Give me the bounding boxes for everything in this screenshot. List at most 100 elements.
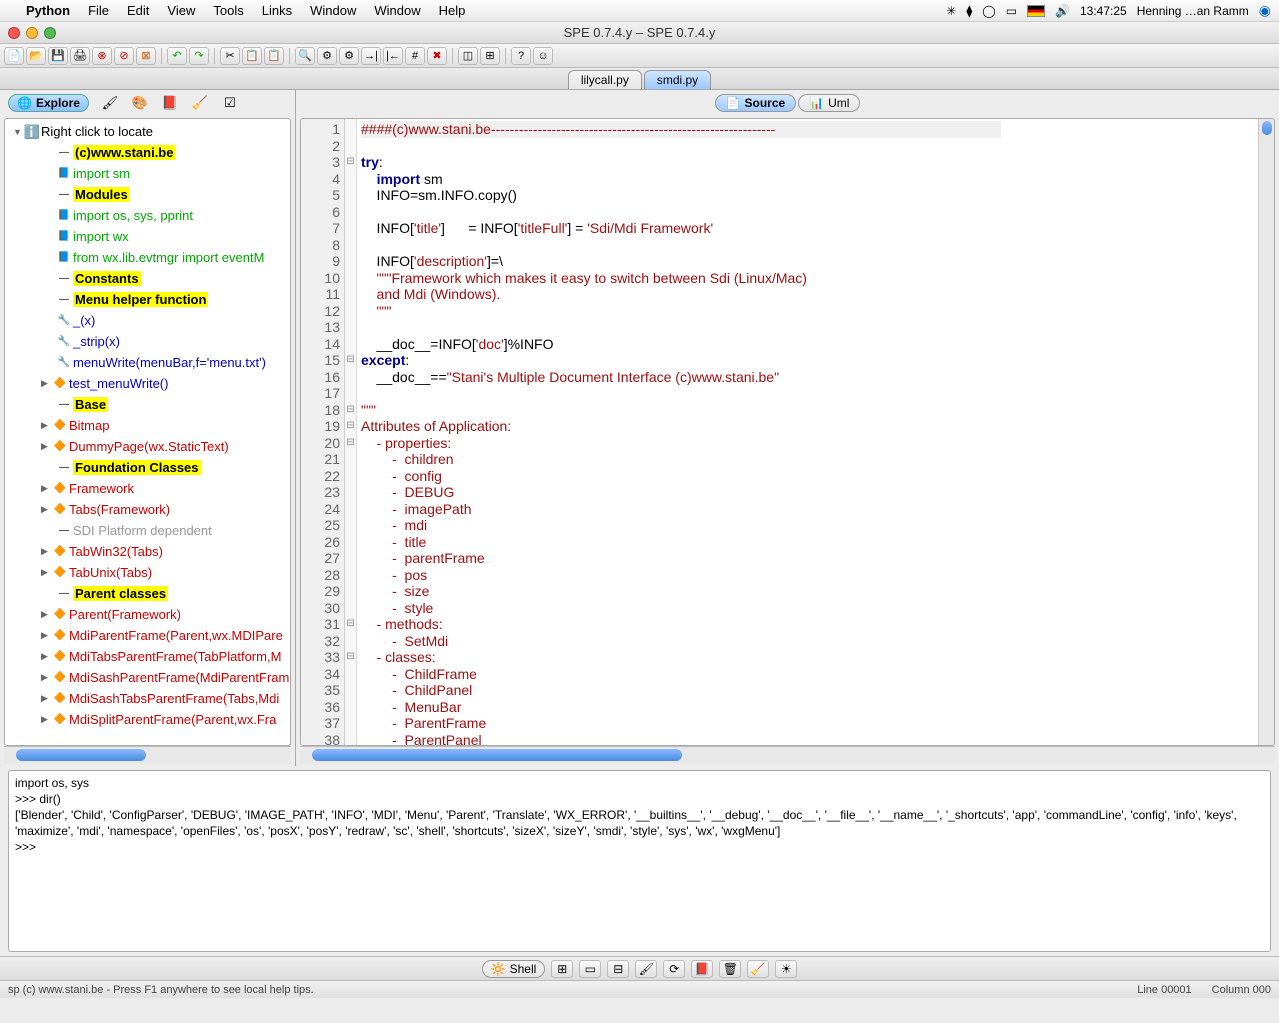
shell-tab[interactable]: 🔆 Shell	[482, 960, 546, 978]
tree-expand-icon[interactable]: ▶	[41, 567, 51, 578]
tree-item[interactable]: ▶🔶MdiSashTabsParentFrame(Tabs,Mdi	[5, 688, 290, 709]
tree-item[interactable]: —Constants	[5, 268, 290, 289]
debug-button[interactable]: ⚙	[339, 47, 359, 65]
smiley-button[interactable]: ☺	[533, 47, 553, 65]
tree-item[interactable]: ▶🔶MdiSashParentFrame(MdiParentFram	[5, 667, 290, 688]
redo-button[interactable]: ↷	[189, 47, 209, 65]
editor-vscroll[interactable]	[1258, 119, 1274, 745]
check-icon[interactable]: ☑	[221, 96, 239, 110]
tree-item[interactable]: —Modules	[5, 184, 290, 205]
menu-window[interactable]: Window	[310, 3, 356, 18]
flag-de-icon[interactable]	[1027, 5, 1045, 17]
shell-console[interactable]: import os, sys>>> dir()['Blender', 'Chil…	[8, 770, 1271, 952]
menu-file[interactable]: File	[88, 3, 109, 18]
volume-icon[interactable]: 🔊	[1055, 4, 1070, 18]
tool9-button[interactable]: ☀	[775, 960, 797, 978]
print-button[interactable]: 🖨	[70, 47, 90, 65]
tree-item[interactable]: ▶🔶TabWin32(Tabs)	[5, 541, 290, 562]
tree-collapse-icon[interactable]: ▼	[13, 127, 23, 137]
close-file-button[interactable]: ⊗	[92, 47, 112, 65]
tree-expand-icon[interactable]: ▶	[41, 714, 51, 725]
explore-tab[interactable]: 🌐 Explore	[8, 94, 89, 112]
menu-app[interactable]: Python	[26, 3, 70, 18]
bluetooth-icon[interactable]: ⧫	[966, 4, 972, 18]
tree-item[interactable]: ▶🔶DummyPage(wx.StaticText)	[5, 436, 290, 457]
layout2-button[interactable]: ⊞	[480, 47, 500, 65]
tree-item[interactable]: ▶🔶Tabs(Framework)	[5, 499, 290, 520]
run-button[interactable]: ⚙	[317, 47, 337, 65]
menu-edit[interactable]: Edit	[127, 3, 149, 18]
file-tab-smdi-py[interactable]: smdi.py	[644, 70, 711, 89]
tree-item[interactable]: —(c)www.stani.be	[5, 142, 290, 163]
tree-item[interactable]: ▶🔶TabUnix(Tabs)	[5, 562, 290, 583]
editor-hscroll-thumb[interactable]	[312, 749, 682, 761]
find-button[interactable]: 🔍	[295, 47, 315, 65]
tree-expand-icon[interactable]: ▶	[41, 651, 51, 662]
tree-hscroll-thumb[interactable]	[16, 749, 146, 761]
dedent-button[interactable]: |←	[383, 47, 403, 65]
tool2-button[interactable]: ▭	[579, 960, 601, 978]
tool3-button[interactable]: ⊟	[607, 960, 629, 978]
menuextra-icon[interactable]: ✳	[946, 4, 956, 18]
eraser-icon[interactable]: 🧹	[191, 96, 209, 110]
tree-item[interactable]: —Base	[5, 394, 290, 415]
exit-button[interactable]: ⊠	[136, 47, 156, 65]
tree-item[interactable]: ▶🔶test_menuWrite()	[5, 373, 290, 394]
menu-window[interactable]: Window	[374, 3, 420, 18]
copy-button[interactable]: 📋	[242, 47, 262, 65]
view-tab-uml[interactable]: 📊Uml	[798, 94, 860, 112]
menu-tools[interactable]: Tools	[213, 3, 243, 18]
tree-item[interactable]: ▶🔶MdiSplitParentFrame(Parent,wx.Fra	[5, 709, 290, 730]
tree-expand-icon[interactable]: ▶	[41, 441, 51, 452]
layout1-button[interactable]: ◫	[458, 47, 478, 65]
menu-view[interactable]: View	[167, 3, 195, 18]
brush-icon[interactable]: 🖌	[101, 96, 119, 110]
user-menu[interactable]: Henning …an Ramm	[1137, 4, 1249, 18]
tree-expand-icon[interactable]: ▶	[41, 378, 51, 389]
view-tab-source[interactable]: 📄Source	[715, 94, 797, 112]
tree-expand-icon[interactable]: ▶	[41, 420, 51, 431]
tool7-button[interactable]: 🗑	[719, 960, 741, 978]
tree-hscroll[interactable]	[4, 746, 291, 764]
tree-item[interactable]: —SDI Platform dependent	[5, 520, 290, 541]
tree-item[interactable]: ▶🔶Parent(Framework)	[5, 604, 290, 625]
close-button[interactable]	[8, 27, 20, 39]
paste-button[interactable]: 📋	[264, 47, 284, 65]
tree-item[interactable]: ▶🔶MdiTabsParentFrame(TabPlatform,M	[5, 646, 290, 667]
minimize-button[interactable]	[26, 27, 38, 39]
undo-button[interactable]: ↶	[167, 47, 187, 65]
tree-item[interactable]: 📘import os, sys, pprint	[5, 205, 290, 226]
palette-icon[interactable]: 🎨	[131, 96, 149, 110]
explorer-tree[interactable]: ▼ ℹ️ Right click to locate —(c)www.stani…	[4, 118, 291, 746]
fold-gutter[interactable]: ⊟⊟⊟⊟⊟⊟⊟	[345, 119, 357, 745]
tree-item[interactable]: 🔧menuWrite(menuBar,f='menu.txt')	[5, 352, 290, 373]
tool4-button[interactable]: 🖌	[635, 960, 657, 978]
file-tab-lilycall-py[interactable]: lilycall.py	[568, 70, 642, 89]
tree-item[interactable]: 🔧_(x)	[5, 310, 290, 331]
tool1-button[interactable]: ⊞	[551, 960, 573, 978]
help-button[interactable]: ?	[511, 47, 531, 65]
menu-help[interactable]: Help	[439, 3, 466, 18]
editor-hscroll[interactable]	[300, 746, 1275, 764]
tree-item[interactable]: ▶🔶Framework	[5, 478, 290, 499]
tree-item[interactable]: 📘from wx.lib.evtmgr import eventM	[5, 247, 290, 268]
comment-button[interactable]: #	[405, 47, 425, 65]
code-editor[interactable]: 1234567891011121314151617181920212223242…	[300, 118, 1275, 746]
spotlight-icon[interactable]: ◉	[1259, 2, 1271, 19]
tree-item[interactable]: —Parent classes	[5, 583, 290, 604]
tree-expand-icon[interactable]: ▶	[41, 504, 51, 515]
uncomment-button[interactable]: ✖	[427, 47, 447, 65]
tree-expand-icon[interactable]: ▶	[41, 609, 51, 620]
display-icon[interactable]: ▭	[1006, 4, 1017, 18]
zoom-button[interactable]	[44, 27, 56, 39]
cut-button[interactable]: ✂	[220, 47, 240, 65]
tree-item[interactable]: ▶🔶MdiParentFrame(Parent,wx.MDIPare	[5, 625, 290, 646]
editor-vscroll-thumb[interactable]	[1262, 121, 1272, 135]
menu-links[interactable]: Links	[262, 3, 292, 18]
clock[interactable]: 13:47:25	[1080, 4, 1127, 18]
save-button[interactable]: 💾	[48, 47, 68, 65]
book-icon[interactable]: 📕	[161, 96, 179, 110]
battery-icon[interactable]: ◯	[982, 4, 995, 18]
tree-expand-icon[interactable]: ▶	[41, 546, 51, 557]
open-file-button[interactable]: 📂	[26, 47, 46, 65]
